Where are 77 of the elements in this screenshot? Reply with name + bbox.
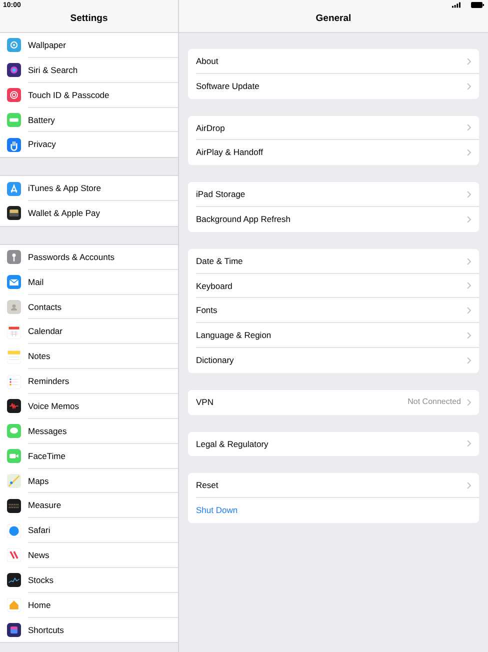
sidebar-item[interactable]: Safari [0, 518, 178, 544]
settings-row[interactable]: Language & Region [188, 323, 479, 348]
waveform-icon [7, 399, 21, 414]
sidebar-item[interactable]: Shortcuts [0, 618, 178, 642]
sidebar-item[interactable]: Measure [0, 493, 178, 518]
sidebar-item[interactable]: Passwords & Accounts [0, 244, 178, 270]
chevron-icon [467, 356, 471, 364]
sidebar-item[interactable]: Mail [0, 270, 178, 295]
chevron-icon [467, 332, 471, 340]
settings-row[interactable]: AirPlay & Handoff [188, 140, 479, 166]
line-chart-icon [7, 573, 21, 588]
orb-icon [7, 63, 21, 78]
chevron-icon [467, 82, 471, 90]
sidebar-title: Settings [70, 12, 108, 26]
envelope-icon [7, 275, 21, 290]
sidebar-item[interactable]: Reminders [0, 369, 178, 394]
settings-row[interactable]: VPN Not Connected [188, 390, 479, 415]
settings-row[interactable]: About [188, 49, 479, 74]
sidebar-item[interactable]: Contacts [0, 294, 178, 320]
list-icon [7, 374, 21, 389]
settings-row[interactable]: Software Update [188, 74, 479, 99]
layers-icon [7, 622, 21, 637]
chevron-icon [467, 440, 471, 448]
settings-row[interactable]: Date & Time [188, 248, 479, 274]
calendar-icon [7, 324, 21, 339]
page-title: General [316, 12, 352, 26]
settings-row[interactable]: Keyboard [188, 274, 479, 298]
key-icon [7, 250, 21, 264]
video-camera-icon [7, 449, 21, 464]
sidebar-item[interactable]: Stocks [0, 568, 178, 593]
sidebar-item[interactable]: Siri & Search [0, 58, 178, 83]
settings-row[interactable]: Dictionary [188, 348, 479, 373]
row-value: Not Connected [408, 396, 461, 408]
settings-row[interactable]: Reset [188, 473, 479, 498]
battery-icon [7, 112, 21, 127]
app-store-icon [7, 182, 21, 196]
chevron-icon [467, 282, 471, 290]
chevron-icon [467, 307, 471, 314]
sidebar-item[interactable]: Wallpaper [0, 33, 178, 58]
sidebar-item[interactable]: Maps [0, 468, 178, 494]
map-icon [7, 474, 21, 488]
signal-icon [452, 2, 461, 8]
sidebar-item[interactable]: Home [0, 592, 178, 618]
sidebar-item[interactable]: News [0, 543, 178, 568]
settings-row[interactable]: Legal & Regulatory [188, 432, 479, 456]
sidebar-item[interactable]: Wallet & Apple Pay [0, 201, 178, 226]
chevron-icon [467, 258, 471, 265]
chevron-icon [467, 124, 471, 132]
chevron-icon [467, 216, 471, 223]
settings-row[interactable]: AirDrop [188, 116, 479, 140]
sidebar-item[interactable]: Notes [0, 344, 178, 370]
battery-icon [471, 2, 484, 8]
sidebar-item[interactable]: iTunes & App Store [0, 176, 178, 202]
person-icon [7, 300, 21, 314]
sidebar-item[interactable]: Calendar [0, 319, 178, 344]
speech-bubble-icon [7, 424, 21, 438]
settings-row[interactable]: iPad Storage [188, 182, 479, 207]
chevron-icon [467, 398, 471, 406]
chevron-icon [467, 482, 471, 490]
settings-row[interactable]: Background App Refresh [188, 206, 479, 232]
wallet-icon [7, 206, 21, 220]
settings-row[interactable]: Shut Down [188, 498, 479, 523]
hand-icon [7, 138, 21, 152]
chevron-icon [467, 191, 471, 198]
sidebar-item[interactable]: Messages [0, 418, 178, 444]
sidebar-item[interactable]: Voice Memos [0, 394, 178, 419]
sidebar-item[interactable]: Battery [0, 108, 178, 132]
settings-row[interactable]: Fonts [188, 298, 479, 324]
chevron-icon [467, 149, 471, 156]
sidebar-item[interactable]: Touch ID & Passcode [0, 82, 178, 108]
sidebar-item[interactable]: FaceTime [0, 444, 178, 468]
newspaper-icon [7, 548, 21, 562]
chevron-icon [467, 58, 471, 65]
sidebar-item[interactable]: Privacy [0, 132, 178, 158]
notepad-icon [7, 350, 21, 364]
house-icon [7, 598, 21, 612]
ruler-icon [7, 498, 21, 513]
